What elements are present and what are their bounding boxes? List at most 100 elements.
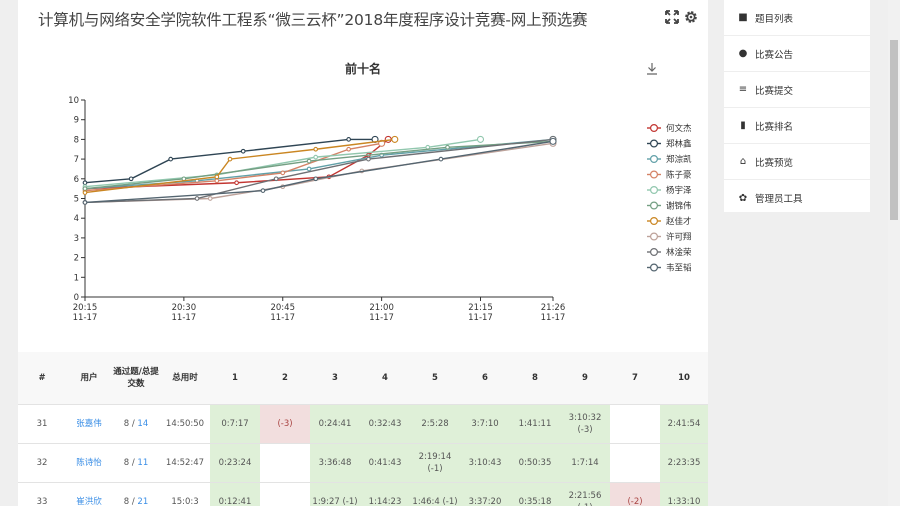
chat-icon: ● bbox=[738, 48, 748, 59]
problem-cell: 2:41:54 bbox=[660, 403, 708, 443]
scrollbar-thumb[interactable] bbox=[890, 40, 898, 220]
sidebar-item-announcements[interactable]: ● 比赛公告 bbox=[724, 36, 870, 72]
submission-count-link[interactable]: 14 bbox=[137, 419, 148, 429]
data-point bbox=[306, 158, 312, 164]
sidebar-item-admin-tools[interactable]: ✿ 管理员工具 bbox=[724, 180, 870, 216]
table-header-cell[interactable]: 6 bbox=[460, 352, 510, 404]
table-header-cell: 总用时 bbox=[160, 352, 210, 404]
bar-chart-icon: ▮ bbox=[740, 120, 746, 131]
problem-cell: 1:7:14 bbox=[560, 442, 610, 482]
data-point bbox=[82, 200, 88, 205]
x-tick-date: 11-17 bbox=[541, 313, 566, 323]
table-header-cell: # bbox=[18, 352, 66, 404]
table-header-cell[interactable]: 9 bbox=[560, 352, 610, 404]
sidebar-item-label: 比赛排名 bbox=[755, 121, 794, 133]
submission-count-link[interactable]: 21 bbox=[137, 497, 148, 506]
data-point bbox=[194, 196, 200, 201]
scrollbar[interactable] bbox=[888, 0, 900, 506]
legend-label: 郑淙凯 bbox=[666, 154, 692, 165]
user-cell: 崔洪欣 bbox=[66, 481, 112, 506]
data-point bbox=[391, 135, 399, 143]
submission-count-link[interactable]: 11 bbox=[137, 458, 148, 468]
problem-cell: (-3) bbox=[260, 403, 310, 443]
sidebar-item-label: 比赛公告 bbox=[755, 49, 794, 61]
data-point bbox=[168, 156, 174, 162]
legend-marker bbox=[649, 248, 658, 257]
problem-cell: 1:41:11 bbox=[510, 403, 560, 443]
sidebar-item-ranking[interactable]: ▮ 比赛排名 bbox=[724, 108, 870, 144]
sidebar-item-problems[interactable]: ■ 题目列表 bbox=[724, 0, 870, 36]
user-link[interactable]: 张嘉伟 bbox=[76, 419, 102, 429]
table-header-cell[interactable]: 8 bbox=[510, 352, 560, 404]
table-header-cell[interactable]: 1 bbox=[210, 352, 260, 404]
rank-cell: 31 bbox=[18, 403, 66, 443]
y-tick-label: 0 bbox=[74, 293, 79, 303]
sidebar-item-preview[interactable]: ⌂ 比赛预览 bbox=[724, 144, 870, 180]
expand-icon[interactable] bbox=[664, 9, 680, 25]
problem-cell: 2:21:56 (-1) bbox=[560, 481, 610, 506]
problem-cell: 0:12:41 bbox=[210, 481, 260, 506]
data-point bbox=[313, 176, 319, 182]
list-icon: ≡ bbox=[738, 84, 748, 95]
user-link[interactable]: 陈诗怡 bbox=[76, 458, 102, 468]
table-header-cell[interactable]: 5 bbox=[410, 352, 460, 404]
table-header-cell[interactable]: 3 bbox=[310, 352, 360, 404]
problem-cell: 0:35:18 bbox=[510, 481, 560, 506]
problem-cell: 3:36:48 bbox=[310, 442, 360, 482]
x-tick-date: 11-17 bbox=[270, 313, 295, 323]
legend-label: 陈子豪 bbox=[666, 170, 692, 181]
table-header-cell[interactable]: 2 bbox=[260, 352, 310, 404]
data-point bbox=[240, 148, 246, 154]
legend-marker bbox=[649, 217, 658, 226]
data-point bbox=[346, 137, 352, 142]
table-header-cell[interactable]: 4 bbox=[360, 352, 410, 404]
y-tick-label: 4 bbox=[74, 214, 79, 224]
download-icon[interactable] bbox=[647, 63, 657, 75]
x-tick-date: 11-17 bbox=[468, 313, 493, 323]
y-tick-label: 1 bbox=[74, 273, 79, 283]
data-point bbox=[214, 178, 220, 184]
legend-marker bbox=[649, 154, 658, 163]
home-icon: ⌂ bbox=[739, 156, 747, 167]
y-tick-label: 9 bbox=[74, 116, 79, 126]
problem-cell: 3:10:32 (-3) bbox=[560, 403, 610, 443]
data-point bbox=[346, 146, 352, 152]
y-tick-label: 7 bbox=[74, 155, 79, 165]
x-tick-label: 21:00 bbox=[369, 303, 394, 313]
table-header-cell[interactable]: 10 bbox=[660, 352, 708, 404]
y-tick-label: 3 bbox=[74, 234, 79, 244]
problem-cell bbox=[260, 481, 310, 506]
problem-cell: 1:46:4 (-1) bbox=[410, 481, 460, 506]
table-header-row: # 用户 通过题/总提交数 总用时 1 2 3 4 5 6 8 9 7 10 bbox=[18, 352, 708, 404]
sidebar-item-submissions[interactable]: ≡ 比赛提交 bbox=[724, 72, 870, 108]
legend-label: 许可翔 bbox=[666, 232, 692, 243]
x-tick-date: 11-17 bbox=[73, 313, 98, 323]
data-point bbox=[306, 166, 312, 172]
data-point bbox=[82, 180, 88, 186]
x-tick-label: 21:15 bbox=[468, 303, 493, 313]
problem-cell: 1:33:10 bbox=[660, 481, 708, 506]
legend-label: 郑林鑫 bbox=[666, 139, 692, 150]
x-tick-date: 11-17 bbox=[369, 313, 394, 323]
chart-title: 前十名 bbox=[345, 61, 381, 76]
sidebar-item-label: 管理员工具 bbox=[755, 194, 803, 205]
y-tick-label: 5 bbox=[74, 195, 79, 205]
x-tick-label: 20:45 bbox=[270, 303, 295, 313]
x-tick-label: 21:26 bbox=[541, 303, 566, 313]
sidebar: ■ 题目列表 ● 比赛公告 ≡ 比赛提交 ▮ 比赛排名 ⌂ 比赛预览 ✿ 管理员… bbox=[724, 0, 870, 212]
x-tick-label: 20:15 bbox=[73, 303, 98, 313]
y-tick-label: 2 bbox=[74, 254, 79, 264]
page-title: 计算机与网络安全学院软件工程系“微三云杯”2018年度程序设计竞赛-网上预选赛 bbox=[38, 11, 588, 29]
solved-count: 8 / bbox=[123, 457, 138, 468]
user-cell: 张嘉伟 bbox=[66, 403, 112, 443]
legend-marker bbox=[649, 263, 658, 272]
problem-cell: 0:50:35 bbox=[510, 442, 560, 482]
table-header-cell[interactable]: 7 bbox=[610, 352, 660, 404]
problem-cell: 2:5:28 bbox=[410, 403, 460, 443]
sidebar-item-label: 题目列表 bbox=[755, 13, 794, 25]
legend-marker bbox=[649, 139, 658, 148]
user-link[interactable]: 崔洪欣 bbox=[76, 497, 102, 506]
sidebar-item-label: 比赛提交 bbox=[755, 85, 794, 97]
y-tick-label: 6 bbox=[74, 175, 79, 185]
gear-icon[interactable] bbox=[683, 9, 699, 25]
